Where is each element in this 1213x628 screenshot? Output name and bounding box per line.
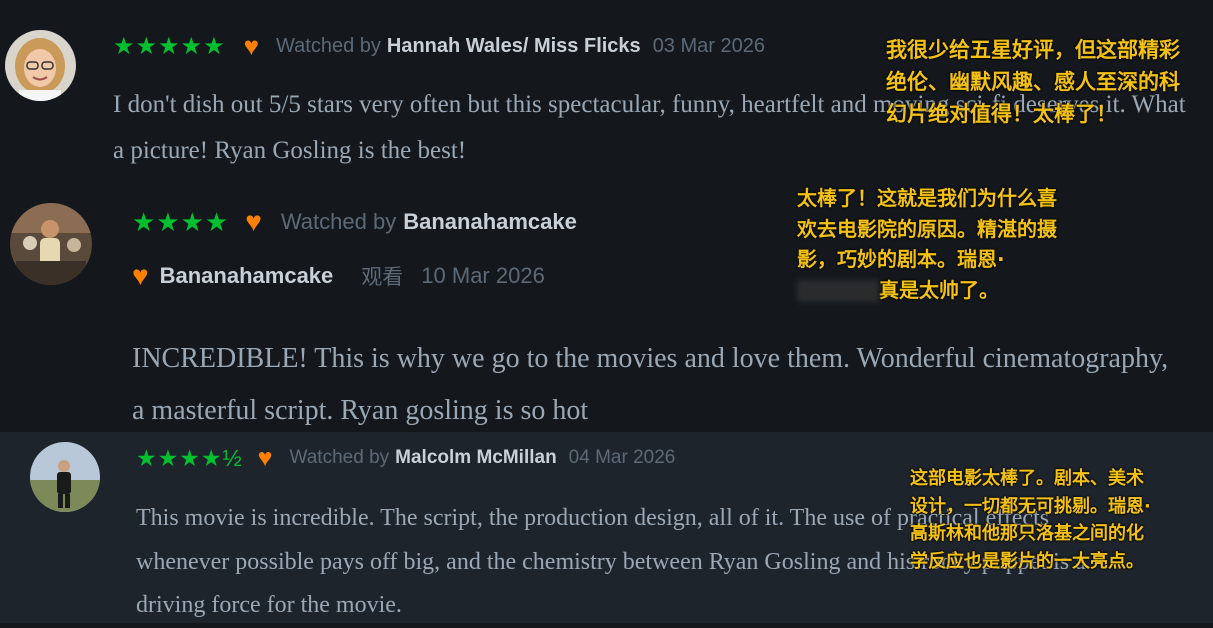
review-meta: ★★★★★ ♥ Watched by Hannah Wales/ Miss Fl… <box>113 30 765 61</box>
translation-text: 真是太帅了。 <box>879 277 999 302</box>
heart-icon: ♥ <box>257 443 273 472</box>
watched-by-label: Watched by <box>276 34 381 57</box>
review-item: ★★★★★ ♥ Watched by Hannah Wales/ Miss Fl… <box>0 0 1213 185</box>
rating-stars: ★★★★½ <box>136 444 243 471</box>
translation-note: 我很少给五星好评，但这部精彩绝伦、幽默风趣、感人至深的科幻片绝对值得！太棒了！ <box>886 38 1180 126</box>
watched-by-label: Watched by <box>289 447 390 468</box>
watched-label: 观看 <box>361 266 404 289</box>
review-date: 10 Mar 2026 <box>421 263 545 288</box>
rating-stars: ★★★★ <box>132 206 230 237</box>
translation-note: 太棒了！这就是我们为什么喜欢去电影院的原因。精湛的摄影，巧妙的剧本。瑞恩· 真是太… <box>797 183 1069 305</box>
review-item: ★★★★½ ♥ Watched by Malcolm McMillan 04 M… <box>0 432 1213 623</box>
heart-icon: ♥ <box>243 30 260 61</box>
avatar[interactable] <box>10 203 92 285</box>
review-meta: ★★★★ ♥ Watched by Bananahamcake <box>132 206 577 237</box>
avatar[interactable] <box>30 442 100 512</box>
reviewer-name[interactable]: Hannah Wales/ Miss Flicks <box>387 35 641 58</box>
reviewer-name[interactable]: Bananahamcake <box>160 263 334 289</box>
review-date: 03 Mar 2026 <box>652 34 765 57</box>
translation-text: 太棒了！这就是我们为什么喜欢去电影院的原因。精湛的摄影，巧妙的剧本。瑞恩· <box>797 186 1057 271</box>
review-text: INCREDIBLE! This is why we go to the mov… <box>132 343 1169 426</box>
rating-stars: ★★★★★ <box>113 32 226 60</box>
reviewer-name[interactable]: Bananahamcake <box>403 209 577 235</box>
review-item: ★★★★ ♥ Watched by Bananahamcake ♥ Banana… <box>0 185 1213 432</box>
translated-meta: ♥ Bananahamcake 观看 10 Mar 2026 <box>132 260 545 291</box>
heart-icon: ♥ <box>245 206 262 237</box>
heart-icon: ♥ <box>132 260 149 291</box>
review-meta: ★★★★½ ♥ Watched by Malcolm McMillan 04 M… <box>136 443 676 472</box>
avatar[interactable] <box>5 30 76 101</box>
reviewer-name[interactable]: Malcolm McMillan <box>395 447 557 469</box>
redaction-blur <box>797 280 879 302</box>
watched-by-label: Watched by <box>280 209 397 234</box>
review-date: 04 Mar 2026 <box>568 447 676 468</box>
translation-note: 这部电影太棒了。剧本、美术设计，一切都无可挑剔。瑞恩·高斯林和他那只洛基之间的化… <box>910 468 1151 572</box>
